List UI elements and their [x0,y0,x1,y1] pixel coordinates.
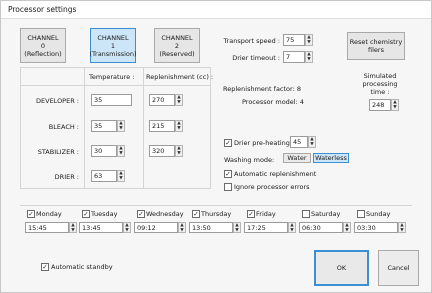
simulated-processing-time-input[interactable]: 248 [369,99,391,111]
window-title: Processor settings [8,5,77,14]
wednesday-checkbox[interactable]: ✓ [137,210,145,218]
thursday-time-input[interactable]: 13:50 [189,222,233,233]
drier-preheating-spinner[interactable]: ▲ ▼ [308,136,316,148]
processor-model-text: Processor model: 4 [242,98,305,106]
developer-temperature-input[interactable]: 35 [91,94,132,106]
bleach-temperature-spinner[interactable]: ▲ ▼ [117,120,125,132]
saturday-time-input[interactable]: 06:30 [299,222,343,233]
drier-timeout-input[interactable]: 7 [283,51,305,63]
thursday-label: Thursday [201,210,232,218]
wednesday-label: Wednesday [146,210,184,218]
ignore-processor-errors-checkbox[interactable] [224,183,232,191]
transport-speed-spinner[interactable]: ▲ ▼ [305,34,313,46]
drier-timeout-spinner[interactable]: ▲ ▼ [305,51,313,63]
replenishment-header: Replenishment (cc) : [146,73,214,81]
cancel-button[interactable]: Cancel [378,250,419,286]
processor-settings-window: Processor settings CHANNEL 0 (Reflection) … [0,0,432,293]
transport-speed-input[interactable]: 75 [283,34,305,46]
bleach-temperature-input[interactable]: 35 [91,120,117,132]
tuesday-time-input[interactable]: 13:45 [79,222,123,233]
row-label-drier: DRIER : [54,173,79,181]
friday-checkbox[interactable]: ✓ [247,210,255,218]
friday-label: Friday [256,210,276,218]
simulated-processing-time-label: Simulated processing time : [362,72,398,96]
reset-chemistry-filters-button[interactable]: Reset chemistry filers [347,32,405,60]
developer-replenishment-input[interactable]: 270 [149,94,175,106]
tuesday-label: Tuesday [91,210,118,218]
channel-0-button[interactable]: CHANNEL 0 (Reflection) [20,28,66,63]
stabilizer-temperature-input[interactable]: 30 [91,145,117,157]
drier-preheating-checkbox[interactable]: ✓ [224,139,232,147]
row-label-developer: DEVELOPER : [36,97,79,105]
temperature-header: Temperature : [89,73,135,81]
stabilizer-temperature-spinner[interactable]: ▲ ▼ [117,145,125,157]
row-label-stabilizer: STABILIZER : [37,148,79,156]
saturday-checkbox[interactable] [302,210,310,218]
thursday-time-spinner[interactable]: ▲ ▼ [233,222,241,233]
channel-2-button[interactable]: CHANNEL 2 (Reserved) [154,28,200,63]
washing-mode-waterless-button[interactable]: Waterless [313,153,349,163]
automatic-standby-checkbox[interactable]: ✓ [41,263,49,271]
developer-replenishment-spinner[interactable]: ▲ ▼ [175,94,183,106]
monday-time-input[interactable]: 15:45 [25,222,69,233]
washing-mode-label: Washing mode: [224,156,275,164]
friday-time-input[interactable]: 17:25 [244,222,288,233]
wednesday-time-spinner[interactable]: ▲ ▼ [178,222,186,233]
thursday-checkbox[interactable]: ✓ [192,210,200,218]
monday-checkbox[interactable]: ✓ [27,210,35,218]
automatic-standby-label: Automatic standby [51,263,113,271]
ok-button[interactable]: OK [314,250,369,286]
washing-mode-water-button[interactable]: Water [283,153,311,163]
drier-timeout-label: Drier timeout : [232,54,280,62]
saturday-time-spinner[interactable]: ▲ ▼ [343,222,351,233]
sunday-label: Sunday [366,210,391,218]
schedule-divider [20,205,412,206]
bleach-replenishment-input[interactable]: 215 [149,120,175,132]
monday-time-spinner[interactable]: ▲ ▼ [69,222,77,233]
drier-temperature-spinner[interactable]: ▲ ▼ [117,170,125,182]
bleach-replenishment-spinner[interactable]: ▲ ▼ [175,120,183,132]
transport-speed-label: Transport speed : [223,37,280,45]
automatic-replenishment-checkbox[interactable]: ✓ [224,170,232,178]
sunday-time-spinner[interactable]: ▲ ▼ [398,222,406,233]
channel-1-button[interactable]: CHANNEL 1 (Transmission) [89,28,137,63]
title-bar: Processor settings [1,1,431,19]
tuesday-time-spinner[interactable]: ▲ ▼ [123,222,131,233]
friday-time-spinner[interactable]: ▲ ▼ [288,222,296,233]
simulated-processing-time-spinner[interactable]: ▲ ▼ [391,99,399,111]
drier-temperature-input[interactable]: 63 [91,170,117,182]
sunday-checkbox[interactable] [357,210,365,218]
tuesday-checkbox[interactable]: ✓ [82,210,90,218]
table-divider [20,85,211,86]
saturday-label: Saturday [311,210,341,218]
stabilizer-replenishment-spinner[interactable]: ▲ ▼ [175,145,183,157]
automatic-replenishment-label: Automatic replenishment [234,170,317,178]
wednesday-time-input[interactable]: 09:12 [134,222,178,233]
row-label-bleach: BLEACH : [48,123,79,131]
sunday-time-input[interactable]: 03:30 [354,222,398,233]
drier-preheating-label: Drier pre-heating [234,139,290,147]
stabilizer-replenishment-input[interactable]: 320 [149,145,175,157]
drier-preheating-input[interactable]: 45 [290,136,308,148]
replenishment-factor-text: Replenishment factor: 8 [223,85,301,93]
ignore-processor-errors-label: Ignore processor errors [234,183,310,191]
monday-label: Monday [36,210,62,218]
